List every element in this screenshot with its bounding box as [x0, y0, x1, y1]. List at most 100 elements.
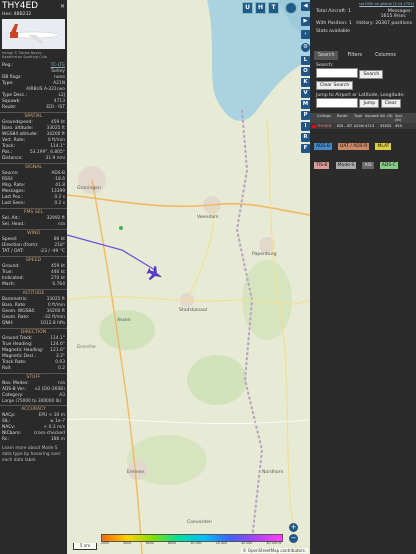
close-icon[interactable]: ✕ [60, 3, 65, 10]
chevron-right-icon: ▶ [303, 18, 308, 24]
fms-rows: Sel. Alt.: 32992 ft Sel. Head.: n/a [0, 216, 67, 228]
map-button-h[interactable]: H [255, 2, 266, 14]
section-direction: DIRECTION [0, 328, 67, 336]
type-label: Type: [2, 81, 14, 86]
legend-adsb: ADS-B [314, 143, 332, 150]
detail-label: Rc: [2, 437, 9, 442]
detail-value: n/a [58, 222, 65, 227]
detail-label: Distance: [2, 156, 23, 161]
collapse-left-button[interactable]: ◀ [301, 2, 310, 11]
nav-expand-button[interactable]: ▶ [301, 17, 310, 26]
side-button-m[interactable]: M [301, 100, 310, 109]
place-label-assen: Assen [117, 318, 131, 323]
search-button[interactable]: Search [359, 69, 384, 79]
detail-value: 0.2 [58, 366, 65, 371]
flag-icon [312, 125, 316, 128]
reg-label: Reg.: [2, 63, 14, 68]
with-position-label: With Position: [316, 21, 348, 26]
detail-row: QNH: 1012.8 hPa [0, 321, 67, 327]
history-label: History: [356, 21, 374, 26]
receiver-marker [119, 226, 123, 230]
signal-rows: Source: ADS-B RSSI: -18.6 Msg. Rate: 41.8 Mess… [0, 171, 67, 207]
accuracy-rows: NACp: EPU < 30 m SIL: ≤ 1e-7 NACv: < 0.3 m/s N… [0, 413, 67, 443]
col-type[interactable]: Type [354, 114, 365, 122]
zoom-out-button[interactable]: − [289, 534, 298, 543]
section-stuff: STUFF [0, 373, 67, 381]
history-value: 20367 positions [375, 21, 412, 26]
side-button-f[interactable]: F [301, 144, 310, 153]
stats-available[interactable]: Stats available [310, 26, 416, 37]
side-button-l[interactable]: L [301, 56, 310, 65]
callsign-title: THY4ED [2, 1, 39, 11]
detail-row: Roll: 0.2 [0, 366, 67, 372]
legend-ais: AIS [362, 162, 374, 169]
aircraft-list-panel: tar1090 on github (3.14.1701) Total Airc… [310, 0, 416, 554]
detail-label: TAT / OAT: [2, 249, 24, 254]
airplane-photo-icon [6, 24, 60, 43]
detail-row: Mach: 0.764 [0, 282, 67, 288]
jump-input[interactable] [316, 97, 358, 108]
detail-row: Sel. Head.: n/a [0, 222, 67, 228]
col-squawk[interactable]: Squawk [365, 114, 380, 122]
section-wind: WIND [0, 229, 67, 237]
side-button-r[interactable]: R [301, 133, 310, 142]
detail-row: Last Seen: 0.2 s [0, 201, 67, 207]
col-spd[interactable]: Spd. (kt) [395, 114, 410, 122]
layers-icon[interactable] [285, 2, 297, 14]
map-attribution: © OpenStreetMap contributors. [240, 548, 308, 553]
map-button-u[interactable]: U [242, 2, 253, 14]
tab-filters[interactable]: Filters [344, 51, 366, 60]
hex-code: Hex: 4BB232 [2, 12, 32, 17]
place-label-drenthe: Drenthe [77, 345, 96, 350]
settings-button[interactable]: ⚙ [301, 43, 310, 52]
detail-row: TAT / OAT: -23 / -49 °C [0, 249, 67, 255]
side-button-v[interactable]: V [301, 89, 310, 98]
side-button-i[interactable]: I [301, 122, 310, 131]
scale-bar: 5 nm [73, 543, 97, 550]
detail-value: 1012.8 hPa [40, 321, 65, 326]
jump-button[interactable]: Jump [359, 99, 380, 108]
wind-rows: Speed: 86 kt Direction (from): 218° TAT / OA… [0, 237, 67, 255]
direction-rows: Ground Track: 114.1° True Heading: 124.6° Ma… [0, 336, 67, 372]
legend-adsc: ADS-C [379, 162, 398, 169]
detail-row: Distance: 31.9 nmi [0, 156, 67, 162]
tab-search[interactable]: Search [314, 51, 339, 60]
side-button-k[interactable]: K [301, 78, 310, 87]
section-spatial: SPATIAL [0, 112, 67, 120]
col-callsign[interactable]: Callsign [317, 114, 337, 122]
map-view[interactable]: Groningen Assen Emmen Drenthe Coevorden … [67, 0, 310, 554]
place-label-groningen: Groningen [77, 186, 101, 191]
detail-value: 31.9 nmi [45, 156, 65, 161]
back-button[interactable]: ‹ [301, 30, 310, 39]
side-button-o[interactable]: O [301, 67, 310, 76]
legend-uat: UAT / ADS-R [338, 143, 370, 150]
detail-value: -23 / -49 °C [39, 249, 65, 254]
detail-label: Sel. Head.: [2, 222, 26, 227]
section-altitude: ALTITUDE [0, 289, 67, 297]
zoom-in-button[interactable]: + [289, 523, 298, 532]
category-desc: Large (75000 to 300000 lb) [2, 399, 62, 404]
learn-more-text: Learn more about Mode S data type by hov… [2, 446, 61, 463]
route-label: Route: [2, 105, 17, 110]
col-alt[interactable]: Alt. (ft) [380, 114, 395, 122]
clear-button[interactable]: Clear [380, 99, 401, 108]
aircraft-photo[interactable] [2, 19, 65, 49]
scale-label: 5 nm [79, 543, 91, 548]
detail-label: Mach: [2, 282, 16, 287]
arrow-left-icon: ‹ [304, 31, 307, 37]
section-speed: SPEED [0, 256, 67, 264]
col-route[interactable]: Route [337, 114, 354, 122]
side-button-p[interactable]: P [301, 111, 310, 120]
tab-columns[interactable]: Columns [371, 51, 400, 60]
total-aircraft-value: 1 [347, 9, 351, 14]
search-input[interactable] [316, 68, 358, 78]
legend-mlat: MLAT [375, 143, 392, 150]
speed-rows: Ground: 459 kt True: 446 kt Indicated: 270 kt… [0, 264, 67, 288]
aircraft-detail-panel: THY4ED ✕ Hex: 4BB232 Image © Tobias Noye… [0, 0, 67, 554]
map-button-t[interactable]: T [268, 2, 279, 14]
detail-value: 0.2 s [54, 201, 65, 206]
section-accuracy: ACCURACY [0, 405, 67, 413]
clear-search-button[interactable]: Clear Search [316, 80, 354, 90]
place-label-nordhorn: Nordhorn [262, 470, 284, 475]
detail-value: 0.764 [52, 282, 65, 287]
